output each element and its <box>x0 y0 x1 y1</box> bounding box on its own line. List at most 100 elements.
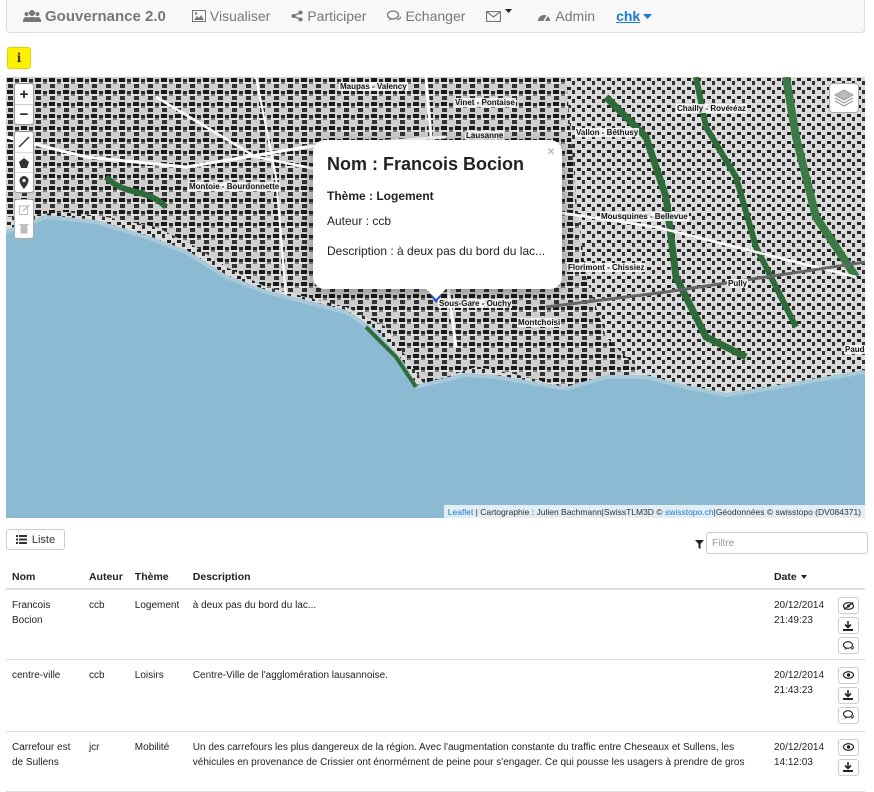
comments-icon <box>842 710 854 719</box>
cell-theme: Logement <box>128 589 187 660</box>
column-header-theme[interactable]: Thème <box>128 565 187 590</box>
cell-date: 20/12/2014 14:12:03 <box>767 731 832 792</box>
popup-close-button[interactable]: × <box>547 143 555 159</box>
caret-down-icon <box>643 14 653 19</box>
brand[interactable]: Gouvernance 2.0 <box>23 8 166 25</box>
layers-control[interactable] <box>829 83 859 113</box>
popup-description: Description : à deux pas du bord du lac.… <box>327 244 546 258</box>
eye-slash-icon <box>842 601 854 610</box>
delete-layers-button[interactable] <box>15 219 33 238</box>
envelope-icon <box>486 10 502 22</box>
time-value: 21:43:23 <box>773 684 813 696</box>
view-button[interactable] <box>837 738 859 756</box>
map[interactable]: Maupas - Valency Vinet - Pontaise Lausan… <box>6 77 865 518</box>
popup-author: Auteur : ccb <box>327 214 392 228</box>
cell-actions <box>831 659 865 732</box>
list-button-label: Liste <box>31 533 56 546</box>
polyline-icon <box>18 136 30 148</box>
caret-down-icon <box>505 9 513 13</box>
map-label: Montchoisi <box>517 318 562 327</box>
comments-button[interactable] <box>837 637 859 654</box>
layers-icon <box>834 89 854 107</box>
list-icon <box>15 535 27 544</box>
polygon-icon <box>19 157 29 168</box>
column-header-date[interactable]: Date <box>767 565 832 590</box>
sort-desc-icon <box>800 574 807 579</box>
nav-echanger[interactable]: Echanger <box>387 8 465 24</box>
view-button[interactable] <box>837 666 859 684</box>
edit-layers-button[interactable] <box>15 200 33 219</box>
info-button[interactable]: i <box>7 47 31 69</box>
map-label: Vinet - Pontaise <box>454 98 516 107</box>
attribution-text: | Cartographie : Julien Bachmann|SwissTL… <box>473 506 665 517</box>
users-icon <box>23 10 41 22</box>
comments-icon <box>842 640 854 650</box>
nav-messages-dropdown[interactable] <box>486 9 516 22</box>
cell-theme: Loisirs <box>128 659 187 732</box>
user-menu[interactable]: chk <box>616 8 653 24</box>
download-button[interactable] <box>837 758 859 776</box>
popup-theme: Thème : Logement <box>327 189 434 203</box>
cell-description: à deux pas du bord du lac... <box>186 589 768 660</box>
column-header-nom[interactable]: Nom <box>6 565 83 590</box>
nav-echanger-label: Echanger <box>405 8 466 24</box>
table-row[interactable]: Carrefour est de Sullens jcr Mobilité Un… <box>6 731 865 792</box>
filter-input[interactable]: Filtre <box>706 532 868 554</box>
dashboard-icon <box>538 14 551 21</box>
map-label: Florimont - Chissiez <box>567 263 646 272</box>
map-label: Lausanne <box>465 131 505 140</box>
nav-participer[interactable]: Participer <box>291 8 366 24</box>
table-row[interactable]: Francois Bocion ccb Logement à deux pas … <box>6 589 865 660</box>
cell-description: Un des carrefours les plus dangereux de … <box>186 731 768 792</box>
draw-marker-button[interactable] <box>15 172 33 192</box>
map-label: Montoie - Bourdonnette <box>188 182 281 191</box>
info-icon: i <box>16 51 22 65</box>
popup-tip <box>426 289 446 299</box>
cell-actions <box>831 731 865 792</box>
draw-polyline-button[interactable] <box>15 132 33 152</box>
trash-icon <box>19 224 29 234</box>
brand-label: Gouvernance 2.0 <box>45 7 166 25</box>
zoom-control: + − <box>14 83 34 125</box>
date-header-label: Date <box>773 570 797 583</box>
download-button[interactable] <box>837 617 859 634</box>
results-table: Nom Auteur Thème Description Date Franco… <box>6 565 865 792</box>
leaflet-link[interactable]: Leaflet <box>448 507 474 517</box>
nav-visualiser[interactable]: Visualiser <box>191 8 271 24</box>
eye-icon <box>842 671 854 679</box>
nav-admin[interactable]: Admin <box>537 8 595 24</box>
comments-icon <box>387 10 402 21</box>
cell-theme: Mobilité <box>128 731 187 792</box>
draw-toolbar <box>14 131 34 193</box>
comments-button[interactable] <box>837 706 859 724</box>
marker-icon <box>19 176 29 189</box>
table-header: Nom Auteur Thème Description Date <box>6 565 865 590</box>
cell-date: 20/12/2014 21:43:23 <box>767 659 832 732</box>
filter-placeholder: Filtre <box>712 537 735 549</box>
draw-polygon-button[interactable] <box>15 152 33 172</box>
hide-button[interactable] <box>837 597 859 614</box>
map-label: Sous-Gare - Ouchy <box>438 299 513 308</box>
cell-actions <box>831 589 865 660</box>
swisstopo-link[interactable]: swisstopo.ch <box>665 507 714 517</box>
column-header-auteur[interactable]: Auteur <box>82 565 129 590</box>
cell-nom: Francois Bocion <box>6 589 83 660</box>
nav-admin-label: Admin <box>555 8 596 24</box>
column-header-description[interactable]: Description <box>186 565 768 590</box>
nav-participer-label: Participer <box>307 8 367 24</box>
filter-icon <box>695 540 704 549</box>
map-label: Chailly - Rovéréaz <box>676 104 747 113</box>
zoom-in-button[interactable]: + <box>15 84 33 104</box>
nav-visualiser-label: Visualiser <box>209 8 271 24</box>
cell-auteur: jcr <box>82 731 129 792</box>
top-navbar: Gouvernance 2.0 Visualiser Participer Ec… <box>6 0 865 33</box>
table-row[interactable]: centre-ville ccb Loisirs Centre-Ville de… <box>6 659 865 732</box>
edit-toolbar <box>14 199 34 239</box>
share-icon <box>291 10 303 22</box>
download-button[interactable] <box>837 686 859 704</box>
download-icon <box>843 690 854 700</box>
cell-date: 20/12/2014 21:49:23 <box>767 589 832 660</box>
zoom-out-button[interactable]: − <box>15 104 33 124</box>
download-icon <box>843 762 854 772</box>
list-button[interactable]: Liste <box>6 529 65 550</box>
